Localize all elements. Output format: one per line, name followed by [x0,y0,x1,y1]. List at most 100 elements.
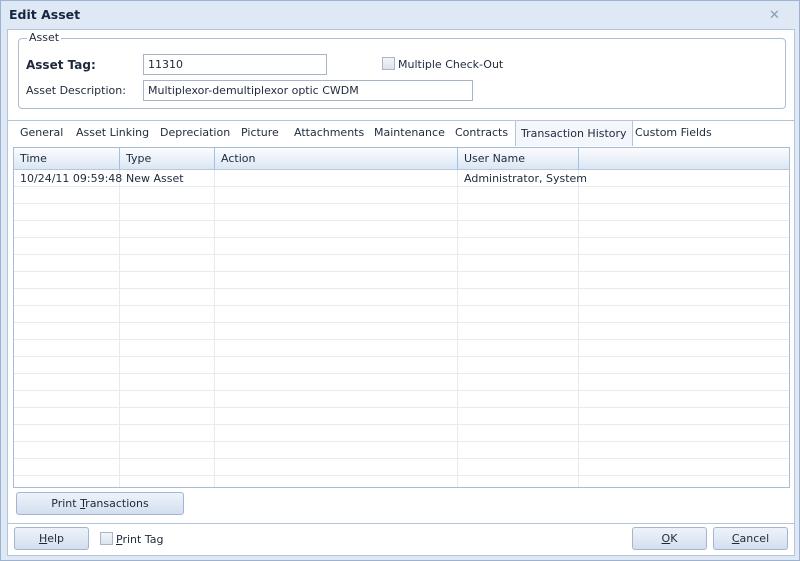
table-row[interactable] [14,238,789,255]
table-cell [458,238,579,255]
table-cell [120,289,215,306]
tab-contracts[interactable]: Contracts [455,126,508,139]
tab-general[interactable]: General [20,126,63,139]
table-cell [14,323,120,340]
column-header[interactable]: Action [215,148,458,170]
table-row[interactable] [14,221,789,238]
print-transactions-button[interactable]: Print Transactions [16,492,184,515]
table-row[interactable] [14,357,789,374]
table-row[interactable] [14,187,789,204]
table-cell [458,306,579,323]
dialog-title: Edit Asset [9,7,81,22]
print-tag-checkbox[interactable]: Print Tag [100,532,163,546]
tab-transaction-history[interactable]: Transaction History [515,120,633,146]
table-cell [458,272,579,289]
multiple-checkout-label: Multiple Check-Out [398,58,504,71]
table-cell: 10/24/11 09:59:48 [14,170,122,187]
table-cell [120,221,215,238]
table-row[interactable] [14,289,789,306]
tab-depreciation[interactable]: Depreciation [160,126,230,139]
table-row[interactable] [14,323,789,340]
table-row[interactable] [14,476,789,487]
table-cell [579,391,789,408]
asset-tag-input[interactable]: 11310 [143,54,327,75]
table-cell [458,374,579,391]
column-header[interactable]: Type [120,148,215,170]
table-cell [120,459,215,476]
column-header[interactable] [579,148,789,170]
dialog-footer: Help Print Tag OK Cancel [7,523,795,556]
table-cell [215,391,458,408]
close-icon[interactable]: ✕ [769,8,780,23]
column-header[interactable]: User Name [458,148,579,170]
table-cell [215,289,458,306]
table-cell [14,306,120,323]
tab-asset-linking[interactable]: Asset Linking [76,126,149,139]
table-cell [120,391,215,408]
table-cell [579,221,789,238]
tab-maintenance[interactable]: Maintenance [374,126,445,139]
table-cell [120,187,215,204]
transaction-grid: Time Type Action User Name 10/24/11 09:59:4… [13,147,790,488]
table-cell [14,187,120,204]
table-cell [120,204,215,221]
table-cell [579,476,789,487]
table-cell [579,442,789,459]
checkbox-icon[interactable] [100,532,113,545]
table-cell [458,255,579,272]
table-cell [120,425,215,442]
table-cell [215,272,458,289]
table-row[interactable] [14,391,789,408]
table-row[interactable] [14,340,789,357]
table-cell [579,425,789,442]
table-cell [120,340,215,357]
table-cell [14,357,120,374]
table-row[interactable] [14,255,789,272]
help-button[interactable]: Help [14,527,89,550]
grid-header: Time Type Action User Name [14,148,789,170]
asset-group-label: Asset [27,31,62,44]
table-cell [215,204,458,221]
table-cell [120,255,215,272]
edit-asset-dialog: Edit Asset ✕ Asset Asset Tag: 11310 Mult… [0,0,800,561]
table-cell [120,238,215,255]
table-cell [579,204,789,221]
table-row[interactable] [14,374,789,391]
tab-picture[interactable]: Picture [241,126,279,139]
table-cell [579,340,789,357]
table-cell [458,357,579,374]
table-row[interactable] [14,306,789,323]
table-row[interactable] [14,442,789,459]
tab-attachments[interactable]: Attachments [294,126,364,139]
table-row[interactable]: 10/24/11 09:59:48 New Asset Administrator,… [14,170,789,187]
asset-description-input[interactable]: Multiplexor-demultiplexor optic CWDM [143,80,473,101]
asset-group: Asset Asset Tag: 11310 Multiple Check-Ou… [18,31,786,109]
table-row[interactable] [14,425,789,442]
table-row[interactable] [14,459,789,476]
table-cell [14,255,120,272]
table-cell [579,289,789,306]
table-cell [215,442,458,459]
table-cell [458,187,579,204]
table-cell [579,374,789,391]
table-cell [215,408,458,425]
table-cell [215,425,458,442]
checkbox-icon[interactable] [382,57,395,70]
table-cell [14,408,120,425]
table-cell [120,476,215,487]
table-cell [458,425,579,442]
cancel-button[interactable]: Cancel [713,527,788,550]
column-header[interactable]: Time [14,148,120,170]
ok-button[interactable]: OK [632,527,707,550]
table-cell [215,221,458,238]
table-row[interactable] [14,408,789,425]
table-cell [14,476,120,487]
multiple-checkout-checkbox[interactable]: Multiple Check-Out [382,57,503,71]
table-row[interactable] [14,272,789,289]
table-row[interactable] [14,204,789,221]
table-cell [120,323,215,340]
table-cell [458,289,579,306]
asset-tag-label: Asset Tag: [26,58,96,72]
tab-custom-fields[interactable]: Custom Fields [635,126,712,139]
table-cell [458,459,579,476]
